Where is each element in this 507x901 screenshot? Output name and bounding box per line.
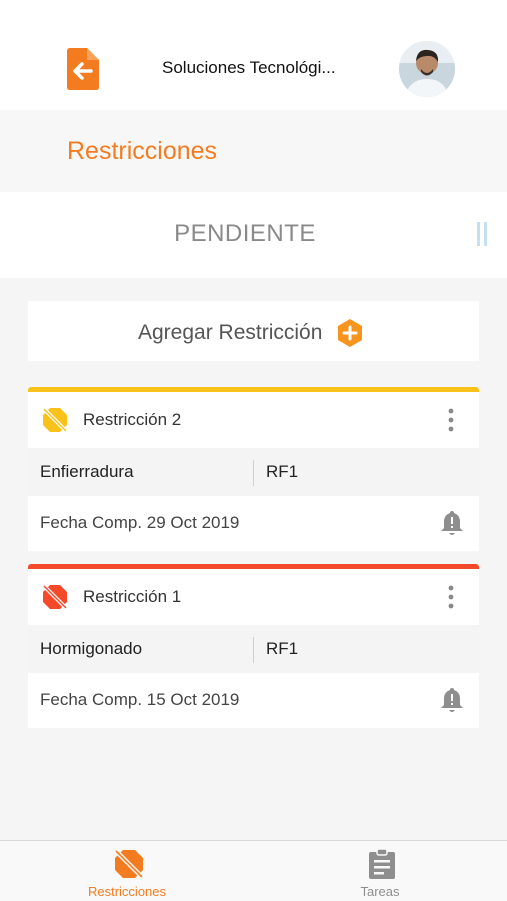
back-arrow-document-icon (67, 48, 99, 90)
more-options-icon[interactable] (442, 583, 460, 611)
restriction-name: Restricción 1 (83, 587, 182, 606)
clipboard-icon (369, 848, 395, 879)
restriction-card[interactable]: Restricción 1 Hormigonado RF1 Fecha Comp… (28, 564, 479, 728)
activity-code: RF1 (266, 639, 299, 658)
add-restriction-label: Agregar Restricción (138, 321, 323, 344)
restriction-info-row: Hormigonado RF1 (28, 625, 479, 673)
top-bar: Soluciones Tecnológi... (0, 0, 507, 110)
avatar[interactable] (399, 41, 455, 97)
bottom-tab-bar: Restricciones Tareas (0, 840, 507, 901)
restriction-icon (42, 407, 68, 433)
activity-code: RF1 (266, 462, 299, 481)
card-header: Restricción 2 (28, 392, 479, 448)
section-title: Restricciones (67, 137, 218, 165)
status-label: PENDIENTE (174, 220, 316, 247)
restriction-icon (114, 849, 144, 879)
add-restriction-button[interactable]: Agregar Restricción (28, 301, 479, 361)
plus-circle-icon[interactable] (335, 318, 365, 348)
tab-restricciones[interactable]: Restricciones (27, 841, 227, 901)
tab-label: Tareas (360, 884, 400, 899)
tab-tareas[interactable]: Tareas (280, 841, 480, 901)
commitment-date: Fecha Comp. 29 Oct 2019 (40, 513, 240, 532)
divider (253, 460, 254, 486)
activity-name: Hormigonado (40, 639, 143, 658)
restriction-info-row: Enfierradura RF1 (28, 448, 479, 496)
commitment-date: Fecha Comp. 15 Oct 2019 (40, 690, 240, 709)
bell-alert-icon[interactable] (440, 686, 464, 714)
pause-icon[interactable] (476, 222, 488, 246)
user-avatar-icon (399, 41, 455, 97)
card-header: Restricción 1 (28, 569, 479, 625)
divider (253, 637, 254, 663)
tab-label: Restricciones (87, 884, 167, 899)
bell-alert-icon[interactable] (440, 509, 464, 537)
company-title: Soluciones Tecnológi... (162, 58, 336, 77)
back-button[interactable] (64, 47, 100, 91)
more-options-icon[interactable] (442, 406, 460, 434)
status-selector[interactable]: PENDIENTE (0, 192, 507, 278)
restriction-card[interactable]: Restricción 2 Enfierradura RF1 Fecha Com… (28, 387, 479, 551)
restriction-icon (42, 584, 68, 610)
section-header: Restricciones (0, 110, 507, 192)
activity-name: Enfierradura (40, 462, 134, 481)
restriction-name: Restricción 2 (83, 410, 182, 429)
